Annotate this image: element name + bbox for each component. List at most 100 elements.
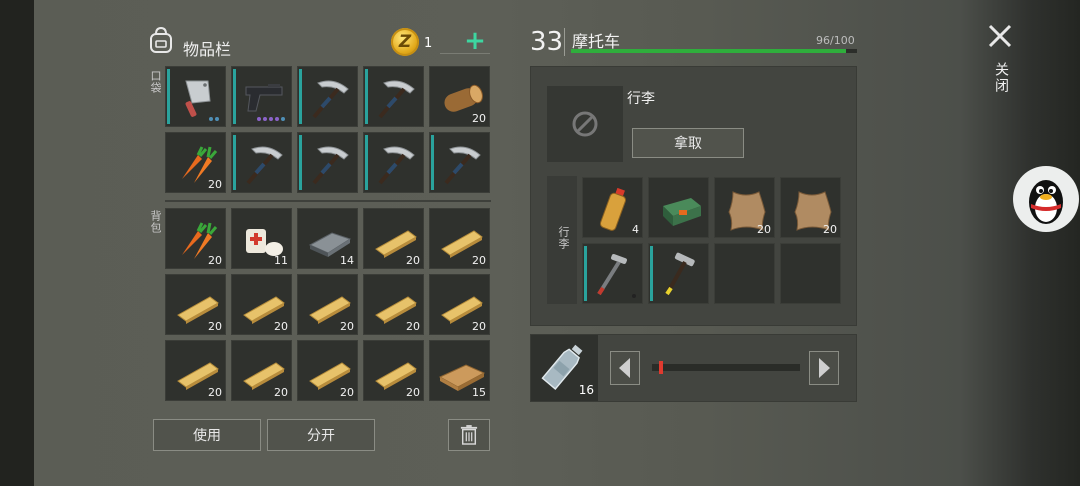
backpack-slot[interactable]: 20 bbox=[165, 340, 226, 401]
item-quantity: 20 bbox=[472, 320, 486, 333]
trunk-slot[interactable]: 4 bbox=[582, 177, 643, 238]
quality-dots bbox=[209, 117, 219, 121]
backpack-slot[interactable]: 20 bbox=[231, 340, 292, 401]
backpack-label: 背包 bbox=[149, 210, 162, 234]
toolbox-icon bbox=[663, 198, 701, 226]
trunk-slot[interactable] bbox=[780, 243, 841, 304]
pocket-slot[interactable] bbox=[297, 132, 358, 193]
backpack-slot[interactable]: 20 bbox=[363, 340, 424, 401]
coin-count: 1 bbox=[424, 36, 433, 51]
decrease-button[interactable] bbox=[610, 351, 640, 385]
item-quantity: 20 bbox=[208, 320, 222, 333]
pocket-slot[interactable] bbox=[363, 132, 424, 193]
pocket-slot[interactable] bbox=[429, 132, 490, 193]
item-quantity: 20 bbox=[208, 178, 222, 191]
pickaxe-icon bbox=[444, 146, 481, 185]
level-divider bbox=[564, 28, 565, 56]
quantity-slider-track[interactable] bbox=[652, 364, 800, 371]
backpack-slot[interactable]: 15 bbox=[429, 340, 490, 401]
trunk-slot[interactable]: 20 bbox=[780, 177, 841, 238]
quality-dots bbox=[632, 294, 636, 298]
trunk-side-label: 行李 bbox=[557, 226, 570, 250]
item-quantity: 20 bbox=[340, 320, 354, 333]
pocket-slot[interactable]: 20 bbox=[165, 132, 226, 193]
quantity-slider-handle[interactable] bbox=[659, 361, 663, 374]
trunk-title: 行李 bbox=[627, 91, 655, 107]
pocket-slot[interactable] bbox=[297, 66, 358, 127]
section-divider bbox=[165, 200, 491, 202]
close-button[interactable] bbox=[986, 22, 1014, 50]
item-quantity: 20 bbox=[274, 320, 288, 333]
transfer-item-slot[interactable]: 16 bbox=[531, 335, 598, 401]
backpack-slot[interactable]: 20 bbox=[429, 208, 490, 269]
durability-bar bbox=[365, 135, 368, 190]
close-icon bbox=[988, 24, 1012, 48]
use-button[interactable]: 使用 bbox=[153, 419, 261, 451]
transfer-item-qty: 16 bbox=[578, 383, 594, 397]
durability-bar bbox=[431, 135, 434, 190]
item-quantity: 20 bbox=[472, 254, 486, 267]
durability-bar bbox=[167, 69, 170, 124]
increase-button[interactable] bbox=[809, 351, 839, 385]
item-quantity: 4 bbox=[632, 223, 639, 236]
item-quantity: 20 bbox=[757, 223, 771, 236]
pickaxe-icon bbox=[378, 80, 415, 119]
trash-button[interactable] bbox=[448, 419, 490, 451]
backpack-slot[interactable]: 11 bbox=[231, 208, 292, 269]
pistol-icon bbox=[245, 84, 283, 112]
backpack-slot[interactable]: 14 bbox=[297, 208, 358, 269]
trunk-slot[interactable]: 20 bbox=[714, 177, 775, 238]
trunk-preview-slot bbox=[547, 86, 623, 162]
hammer-icon bbox=[665, 252, 695, 296]
add-coins-button[interactable]: + bbox=[464, 28, 486, 54]
pickaxe-icon bbox=[312, 80, 349, 119]
pocket-slot[interactable]: 20 bbox=[429, 66, 490, 127]
item-quantity: 20 bbox=[823, 223, 837, 236]
arrow-left-icon bbox=[610, 351, 640, 385]
item-quantity: 20 bbox=[340, 386, 354, 399]
item-quantity: 20 bbox=[406, 320, 420, 333]
durability-fill bbox=[571, 49, 846, 53]
item-quantity: 20 bbox=[472, 112, 486, 125]
crowbar-hammer-icon bbox=[597, 254, 627, 296]
quality-dots bbox=[257, 117, 285, 121]
backpack-slot[interactable]: 20 bbox=[429, 274, 490, 335]
backpack-slot[interactable]: 20 bbox=[363, 274, 424, 335]
pocket-slot[interactable] bbox=[231, 132, 292, 193]
pocket-slot[interactable] bbox=[165, 66, 226, 127]
durability-bar bbox=[584, 246, 587, 301]
backpack-slot[interactable]: 20 bbox=[297, 274, 358, 335]
durability-bar bbox=[299, 69, 302, 124]
coin-icon: Z bbox=[391, 28, 419, 56]
split-button[interactable]: 分开 bbox=[267, 419, 375, 451]
qq-floating-button[interactable] bbox=[1013, 166, 1079, 232]
trunk-slot[interactable] bbox=[582, 243, 643, 304]
item-quantity: 20 bbox=[208, 254, 222, 267]
backpack-slot[interactable]: 20 bbox=[165, 208, 226, 269]
trunk-side-tab: 行李 bbox=[547, 176, 577, 304]
item-quantity: 20 bbox=[406, 254, 420, 267]
left-edge-bar bbox=[0, 0, 34, 486]
pocket-slot[interactable] bbox=[363, 66, 424, 127]
cleaver-icon bbox=[185, 80, 211, 117]
item-quantity: 20 bbox=[406, 386, 420, 399]
take-button[interactable]: 拿取 bbox=[632, 128, 744, 158]
inventory-title: 物品栏 bbox=[183, 40, 232, 59]
backpack-slot[interactable]: 20 bbox=[231, 274, 292, 335]
item-quantity: 11 bbox=[274, 254, 288, 267]
backpack-icon bbox=[148, 26, 174, 54]
durability-bar bbox=[365, 69, 368, 124]
item-quantity: 20 bbox=[274, 386, 288, 399]
trunk-slot[interactable] bbox=[648, 177, 709, 238]
pocket-slot[interactable] bbox=[231, 66, 292, 127]
pickaxe-icon bbox=[378, 146, 415, 185]
pockets-label: 口袋 bbox=[149, 70, 162, 94]
vehicle-level: 33 bbox=[530, 27, 564, 57]
backpack-slot[interactable]: 20 bbox=[363, 208, 424, 269]
backpack-slot[interactable]: 20 bbox=[297, 340, 358, 401]
backpack-slot[interactable]: 20 bbox=[165, 274, 226, 335]
trunk-slot[interactable] bbox=[714, 243, 775, 304]
durability-bar bbox=[299, 135, 302, 190]
durability-bar bbox=[233, 69, 236, 124]
trunk-slot[interactable] bbox=[648, 243, 709, 304]
